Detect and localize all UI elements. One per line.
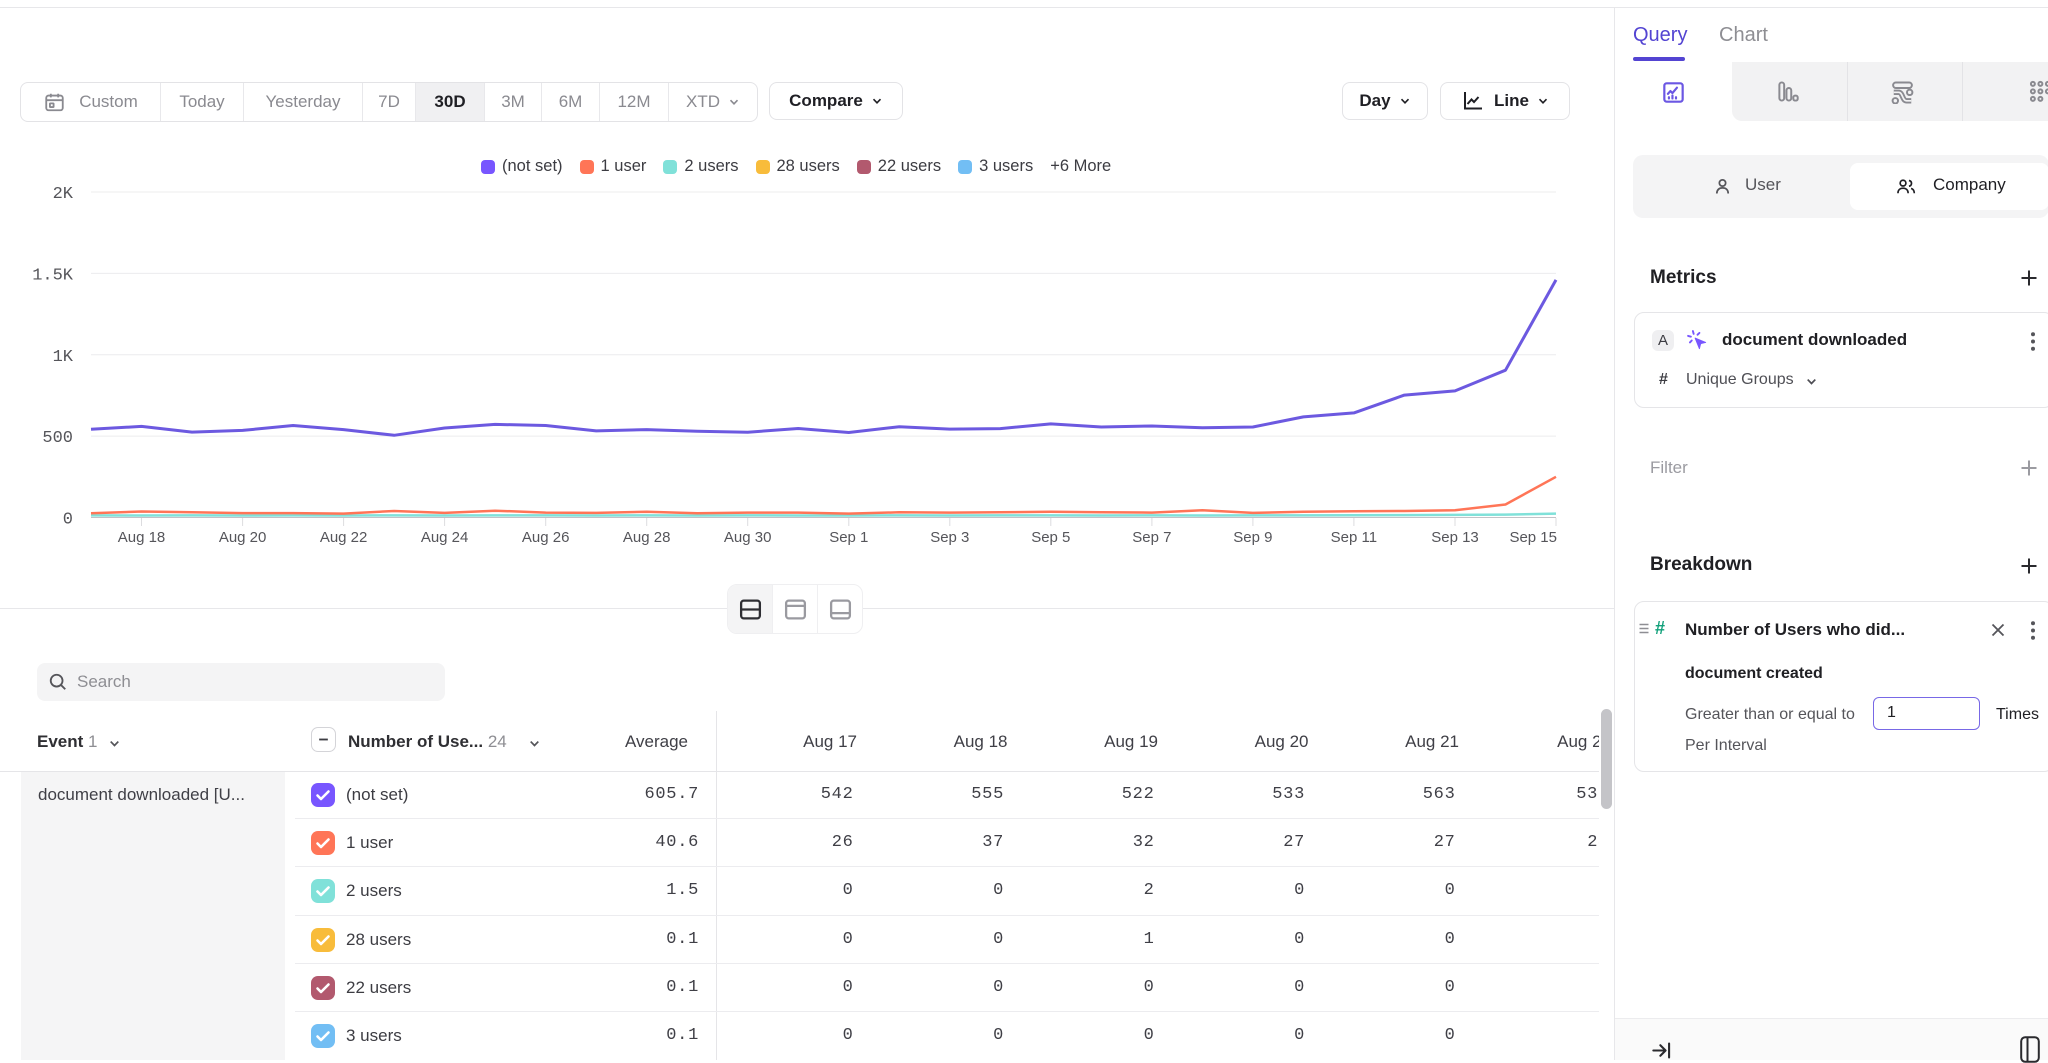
svg-text:Aug 18: Aug 18 (118, 529, 166, 546)
svg-text:Sep 7: Sep 7 (1132, 529, 1171, 546)
svg-text:Sep 11: Sep 11 (1331, 529, 1377, 546)
svg-text:Aug 22: Aug 22 (320, 529, 368, 546)
svg-text:Aug 20: Aug 20 (219, 529, 267, 546)
svg-text:Sep 15: Sep 15 (1509, 529, 1557, 546)
svg-text:Aug 30: Aug 30 (724, 529, 772, 546)
svg-text:Sep 1: Sep 1 (829, 529, 868, 546)
svg-text:Sep 3: Sep 3 (930, 529, 969, 546)
svg-text:Sep 13: Sep 13 (1431, 529, 1479, 546)
svg-text:1K: 1K (53, 348, 74, 367)
svg-text:Aug 26: Aug 26 (522, 529, 570, 546)
svg-text:2K: 2K (53, 185, 74, 204)
svg-text:Aug 24: Aug 24 (421, 529, 469, 546)
svg-text:Aug 28: Aug 28 (623, 529, 671, 546)
svg-text:1.5K: 1.5K (32, 266, 74, 285)
svg-text:500: 500 (42, 429, 73, 448)
svg-text:0: 0 (63, 511, 73, 530)
svg-text:Sep 9: Sep 9 (1233, 529, 1272, 546)
svg-text:Sep 5: Sep 5 (1031, 529, 1070, 546)
